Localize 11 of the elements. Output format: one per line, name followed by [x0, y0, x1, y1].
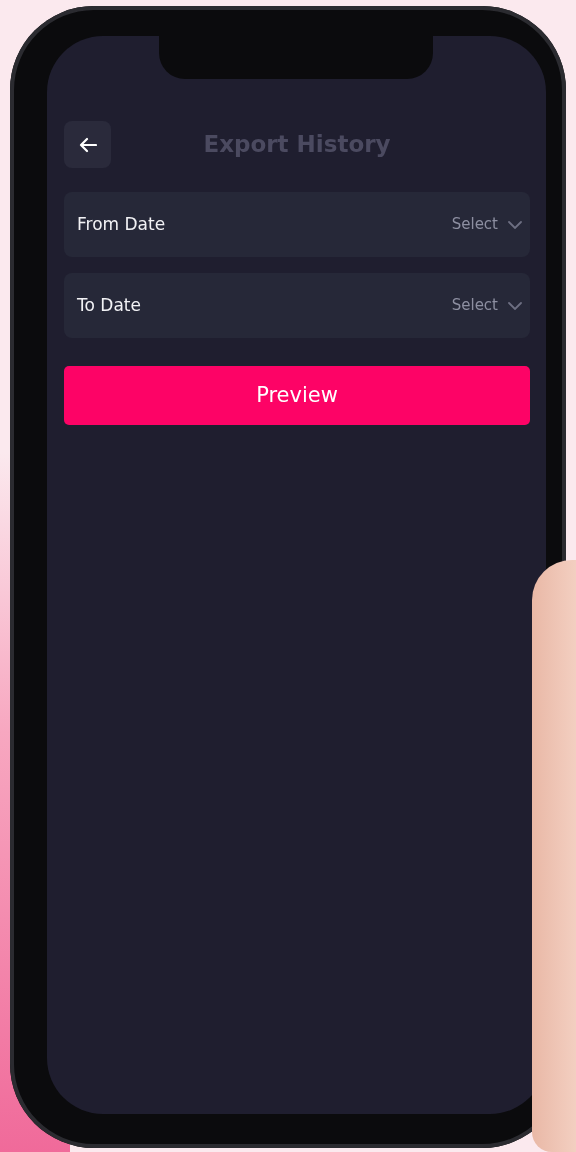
back-button[interactable]	[64, 121, 111, 168]
dropdown-placeholder: Select	[451, 214, 498, 236]
dropdown-placeholder: Select	[451, 295, 498, 317]
date-dropdown[interactable]: To Date Select	[64, 273, 530, 338]
field-label: From Date	[77, 212, 166, 236]
chevron-down-icon	[508, 301, 522, 310]
date-dropdown[interactable]: From Date Select	[64, 192, 530, 257]
preview-button[interactable]: Preview	[64, 366, 530, 425]
chevron-down-icon	[508, 220, 522, 229]
field-label: To Date	[77, 293, 141, 317]
back-arrow-icon	[78, 136, 97, 153]
